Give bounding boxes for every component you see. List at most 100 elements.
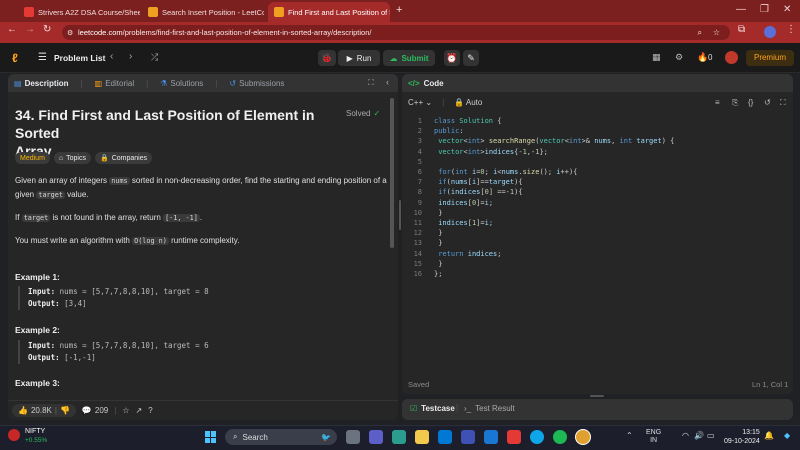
fullscreen-icon[interactable]: ⛶ (780, 98, 786, 108)
comments-button[interactable]: 💬 209 (82, 406, 108, 415)
layout-grid-icon[interactable]: ▦ (652, 52, 661, 63)
new-tab-button[interactable]: + (396, 4, 402, 16)
reload-icon[interactable]: ↻ (43, 24, 51, 35)
submit-button[interactable]: ☁ Submit (383, 50, 435, 66)
chrome-menu-icon[interactable]: ⋮ (786, 24, 796, 35)
battery-icon[interactable]: ▭ (707, 431, 715, 440)
tab-submissions[interactable]: ↺ Submissions (229, 79, 284, 88)
description-icon: ▤ (14, 78, 22, 88)
help-icon[interactable]: ? (148, 406, 152, 415)
debug-icon[interactable]: 🐞 (318, 50, 336, 66)
code-editor[interactable]: 1 class Solution { 2 public: 3 vector<int>… (406, 116, 786, 279)
play-icon: ▶ (346, 53, 353, 63)
code-line: 12 } (413, 229, 443, 238)
run-button[interactable]: ▶ Run (338, 50, 380, 66)
code-line: 8 if(indices[0] ==-1){ (417, 188, 523, 197)
input-language[interactable]: ENG IN (646, 429, 661, 445)
format-icon[interactable]: ≡ (715, 98, 720, 107)
forward-icon[interactable]: → (25, 24, 35, 35)
code-line: 5 (417, 157, 422, 166)
tab-code[interactable]: Code (424, 79, 444, 88)
bookmark-star-icon[interactable]: ☆ (713, 28, 720, 37)
windows-start-icon[interactable] (205, 431, 217, 443)
browser-tab-find-first-last[interactable]: Find First and Last Position of E ✕ (268, 2, 390, 22)
panel-resize-handle[interactable] (399, 200, 401, 230)
auto-mode-toggle[interactable]: 🔒 Auto (454, 98, 482, 107)
show-hidden-icons[interactable]: ⌃ (626, 431, 633, 440)
code-line: 10 } (413, 208, 443, 217)
favorite-star-icon[interactable]: ☆ (122, 406, 129, 415)
like-button[interactable]: 👍 20.8K | 👎 (12, 404, 76, 417)
next-problem-icon[interactable]: › (129, 51, 132, 62)
paragraph-3: You must write an algorithm with O(log n… (15, 236, 240, 245)
whatsapp-icon[interactable] (392, 430, 406, 444)
timer-icon[interactable]: ⏰ (444, 50, 460, 66)
leetcode-logo-icon[interactable]: ℓ (12, 51, 18, 65)
editor-app-icon[interactable] (461, 430, 475, 444)
site-info-icon[interactable]: ⚙ (67, 29, 73, 37)
description-scrollbar[interactable] (390, 98, 394, 248)
companies-chip[interactable]: 🔒 Companies (94, 152, 153, 164)
code-line: 13 } (413, 239, 443, 248)
store-icon[interactable] (438, 430, 452, 444)
problem-list-link[interactable]: Problem List (54, 53, 105, 63)
share-icon[interactable]: ↗ (136, 406, 143, 415)
taskbar-clock[interactable]: 13:15 09-10-2024 (724, 428, 760, 446)
spotify-icon[interactable] (553, 430, 567, 444)
topics-chip[interactable]: ⌂ Topics (53, 152, 91, 164)
search-highlight-icon: 🐦 (321, 432, 331, 442)
minimize-icon[interactable]: — (736, 4, 746, 15)
vertical-resize-handle[interactable] (590, 395, 604, 397)
settings-gear-icon[interactable]: ⚙ (675, 52, 683, 63)
solutions-flask-icon: ⚗ (160, 78, 168, 88)
history-icon: ↺ (229, 78, 237, 88)
address-bar[interactable]: ⚙ leetcode.com/problems/find-first-and-l… (62, 25, 730, 40)
code-line: 1 class Solution { (417, 117, 502, 125)
back-icon[interactable]: ← (7, 24, 17, 35)
edge-icon[interactable] (530, 430, 544, 444)
tab-editorial[interactable]: ▥ Editorial (95, 79, 134, 88)
profile-avatar[interactable] (764, 26, 776, 38)
bookmark-icon[interactable]: ⎘ (732, 98, 738, 108)
taskbar-search-box[interactable]: ⌕ Search 🐦 (225, 429, 337, 445)
collapse-icon[interactable]: ‹ (386, 77, 389, 87)
task-view-icon[interactable] (346, 430, 360, 444)
expand-icon[interactable]: ⛶ (368, 78, 374, 88)
close-window-icon[interactable]: ✕ (783, 4, 791, 15)
tab-testcase[interactable]: ☑ Testcase (410, 404, 455, 413)
user-avatar[interactable] (725, 51, 738, 64)
teams-icon[interactable] (369, 430, 383, 444)
terminal-icon: ›_ (464, 404, 472, 413)
nifty-label[interactable]: NIFTY (25, 428, 45, 435)
notification-bell-icon[interactable]: 🔔 (764, 431, 774, 440)
zoom-icon[interactable]: ⌕ (698, 28, 702, 38)
wifi-icon[interactable]: ◠ (682, 431, 689, 440)
brave-icon[interactable] (507, 430, 521, 444)
maximize-icon[interactable]: ❐ (760, 4, 769, 15)
notes-icon[interactable]: ✎ (463, 50, 479, 66)
file-explorer-icon[interactable] (415, 430, 429, 444)
code-line: 4 vector<int>indices{-1,-1}; (417, 147, 548, 156)
tab-test-result[interactable]: ›_ Test Result (464, 404, 515, 413)
stock-widget-icon[interactable] (8, 429, 20, 441)
extensions-icon[interactable]: ⧉ (738, 24, 745, 35)
tab-description[interactable]: ▤ Description (14, 79, 69, 88)
language-select[interactable]: C++ ⌄ (408, 98, 432, 107)
copilot-icon[interactable]: ◆ (784, 431, 790, 440)
photos-icon[interactable] (484, 430, 498, 444)
problem-list-icon[interactable]: ☰ (38, 52, 47, 63)
prev-problem-icon[interactable]: ‹ (110, 51, 113, 62)
browser-tab-search-insert[interactable]: Search Insert Position - LeetCo ✕ (142, 2, 264, 22)
streak-fire-icon[interactable]: 🔥 (697, 52, 708, 63)
tab-title: Strivers A2Z DSA Course/Sheet (38, 7, 140, 17)
tab-solutions[interactable]: ⚗ Solutions (160, 79, 203, 88)
reset-icon[interactable]: ↺ (764, 98, 771, 107)
code-panel-header: </> Code (402, 74, 793, 92)
shuffle-icon[interactable]: ⤮ (151, 52, 158, 63)
braces-icon[interactable]: {} (748, 98, 753, 107)
thumbs-down-icon[interactable]: 👎 (60, 406, 70, 415)
premium-button[interactable]: Premium (746, 50, 794, 66)
volume-icon[interactable]: 🔊 (694, 431, 704, 440)
chrome-icon[interactable] (576, 430, 590, 444)
browser-tab-striver[interactable]: Strivers A2Z DSA Course/Sheet ✕ (18, 2, 140, 22)
